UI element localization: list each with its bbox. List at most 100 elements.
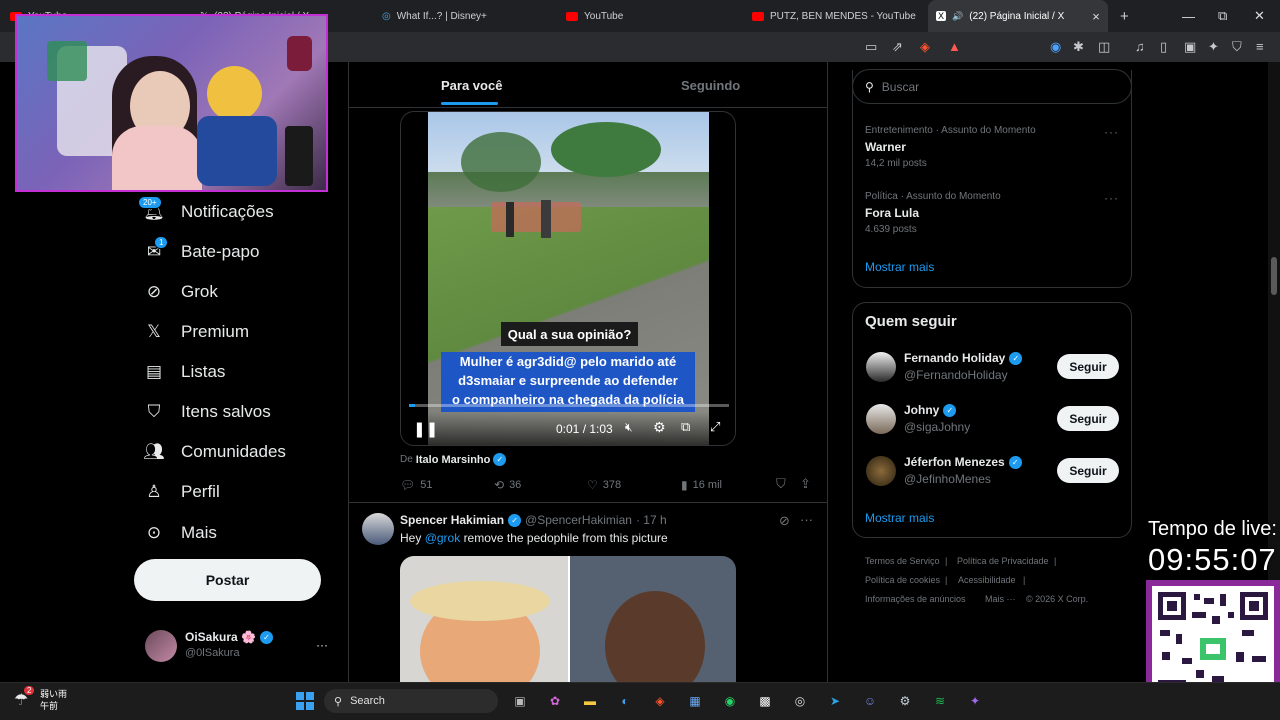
spotify-icon[interactable]: ≋	[929, 690, 951, 712]
video-progress-track[interactable]	[409, 404, 729, 407]
discord-icon[interactable]: ☺	[859, 690, 881, 712]
footer-privacy[interactable]: Política de Privacidade	[957, 556, 1049, 566]
tab-youtube-3[interactable]: PUTZ, BEN MENDES - YouTube	[752, 0, 916, 32]
nav-profile[interactable]: ♙ Perfil	[144, 480, 219, 504]
screenshot-icon[interactable]: ◫	[1098, 40, 1110, 54]
views-button[interactable]: ▮ 16 mil	[681, 478, 722, 492]
nav-bookmarks[interactable]: ⛉ Itens salvos	[144, 400, 271, 424]
trend-name[interactable]: Fora Lula	[865, 206, 919, 220]
account-avatar[interactable]	[145, 630, 177, 662]
minimize-button[interactable]: —	[1182, 0, 1195, 32]
follow-button[interactable]: Seguir	[1057, 406, 1119, 431]
windows-start-icon[interactable]	[294, 690, 316, 712]
tab-disney[interactable]: ◎ What If...? | Disney+	[382, 0, 487, 32]
repost-button[interactable]: ⟲ 36	[494, 478, 521, 492]
copilot-icon[interactable]: ✿	[544, 690, 566, 712]
app-icon[interactable]: ✦	[964, 690, 986, 712]
live-time-label: Tempo de live:	[1148, 518, 1277, 540]
trends-show-more[interactable]: Mostrar mais	[865, 260, 934, 274]
trend-more-icon[interactable]: ···	[1104, 191, 1119, 205]
user-name[interactable]: Fernando Holiday ✓	[904, 351, 1023, 365]
trend-name[interactable]: Warner	[865, 140, 906, 154]
mute-icon[interactable]: 🔇︎	[625, 420, 633, 435]
nav-grok[interactable]: ⊘ Grok	[144, 280, 218, 304]
obs-icon[interactable]: ◎	[789, 690, 811, 712]
nav-more[interactable]: ⊙ Mais	[144, 521, 217, 545]
footer-sep: |	[1023, 575, 1026, 585]
nav-notifications[interactable]: 🔔︎ 20+ Notificações	[138, 196, 274, 224]
footer-terms[interactable]: Termos de Serviço	[865, 556, 940, 566]
menu-icon[interactable]: ≡	[1256, 40, 1264, 54]
brave-icon[interactable]: ◈	[649, 690, 671, 712]
footer-more[interactable]: Mais ···	[985, 594, 1016, 604]
telegram-icon[interactable]: ➤	[824, 690, 846, 712]
follow-button[interactable]: Seguir	[1057, 354, 1119, 379]
nav-premium[interactable]: 𝕏 Premium	[144, 320, 249, 344]
more-icon[interactable]: ···	[800, 512, 813, 527]
pause-icon[interactable]: ❚❚	[413, 420, 438, 438]
post-author-name[interactable]: Spencer Hakimian	[400, 513, 504, 527]
wallet-icon[interactable]: ▣	[1184, 40, 1196, 54]
post-avatar[interactable]	[362, 513, 394, 545]
whatsapp-icon[interactable]: ◉	[719, 690, 741, 712]
like-button[interactable]: ♡ 378	[587, 478, 621, 492]
bookmark-icon[interactable]: ⛉	[776, 476, 786, 492]
post-author-handle[interactable]: @SpencerHakimian	[525, 513, 632, 527]
edge-icon[interactable]: ◐	[614, 690, 636, 712]
account-more-icon[interactable]: ···	[316, 638, 328, 652]
fullscreen-icon[interactable]: ⤢	[710, 419, 720, 435]
tab-x-active[interactable]: X 🔊 (22) Página Inicial / X ×	[928, 0, 1108, 32]
brave-shield-icon[interactable]: ◈	[920, 40, 930, 54]
settings-icon[interactable]: ⚙	[653, 419, 666, 436]
footer-cookies[interactable]: Política de cookies	[865, 575, 940, 585]
cast-icon[interactable]: ▭	[865, 40, 877, 54]
store-icon[interactable]: ▦	[684, 690, 706, 712]
post-image[interactable]	[400, 556, 736, 682]
new-tab-button[interactable]: +	[1120, 0, 1129, 32]
tab-for-you[interactable]: Para você	[441, 78, 502, 93]
tab-following[interactable]: Seguindo	[681, 78, 740, 93]
audio-icon[interactable]: ◉	[1050, 40, 1061, 54]
capcut-icon[interactable]: ▩	[754, 690, 776, 712]
share-icon[interactable]: ⇗	[892, 40, 903, 54]
trend-more-icon[interactable]: ···	[1104, 125, 1119, 139]
user-name[interactable]: Johny ✓	[904, 403, 957, 417]
pip-icon[interactable]: ⧉	[681, 419, 690, 435]
grok-icon[interactable]: ⊘	[779, 513, 790, 529]
close-tab-icon[interactable]: ×	[1092, 9, 1100, 24]
nav-lists[interactable]: ▤ Listas	[144, 360, 225, 384]
task-view-icon[interactable]: ▣	[509, 690, 531, 712]
share-icon[interactable]: ⇪	[800, 476, 811, 492]
brave-rewards-icon[interactable]: ▲	[948, 40, 961, 54]
nav-communities[interactable]: 👥︎ Comunidades	[143, 440, 286, 464]
user-avatar[interactable]	[866, 352, 896, 382]
weather-text[interactable]: 弱い雨 午前	[40, 688, 67, 712]
user-avatar[interactable]	[866, 456, 896, 486]
mention-link[interactable]: @grok	[425, 531, 461, 545]
steam-icon[interactable]: ⚙	[894, 690, 916, 712]
video-player[interactable]: Qual a sua opinião? Mulher é agr3did@ pe…	[400, 111, 736, 446]
post-button[interactable]: Postar	[134, 559, 321, 601]
file-explorer-icon[interactable]: ▬	[579, 690, 601, 712]
sidebar-icon[interactable]: ▯	[1160, 40, 1167, 54]
music-icon[interactable]: ♫	[1135, 40, 1145, 54]
scrollbar-thumb[interactable]	[1271, 257, 1277, 295]
extensions-icon[interactable]: ✱	[1073, 40, 1084, 54]
footer-accessibility[interactable]: Acessibilidade	[958, 575, 1016, 585]
taskbar-search[interactable]: ⚲ Search	[324, 689, 498, 713]
follow-show-more[interactable]: Mostrar mais	[865, 511, 934, 525]
source-name[interactable]: Italo Marsinho	[416, 454, 491, 466]
youtube-icon	[566, 11, 578, 21]
follow-button[interactable]: Seguir	[1057, 458, 1119, 483]
leo-icon[interactable]: ✦	[1208, 40, 1219, 54]
vpn-icon[interactable]: ⛉	[1232, 40, 1242, 54]
close-window-button[interactable]: ✕	[1254, 0, 1265, 32]
bookmark-icon: ⛉	[147, 402, 161, 421]
nav-chat[interactable]: ✉ 1 Bate-papo	[144, 236, 259, 264]
user-avatar[interactable]	[866, 404, 896, 434]
tab-youtube-2[interactable]: YouTube	[566, 0, 623, 32]
maximize-button[interactable]: ⧉	[1218, 0, 1227, 32]
footer-ads-info[interactable]: Informações de anúncios	[865, 594, 966, 604]
reply-button[interactable]: 💬︎ 51	[400, 478, 432, 492]
user-name[interactable]: Jéferfon Menezes ✓	[904, 455, 1022, 469]
